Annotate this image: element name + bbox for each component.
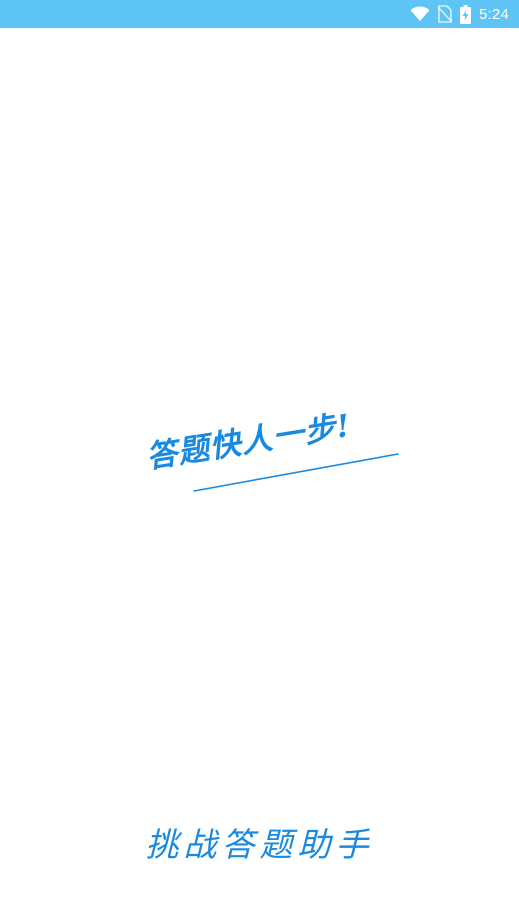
battery-charging-icon	[460, 4, 471, 24]
splash-screen: 5:24 答题快人一步! 挑战答题助手	[0, 0, 519, 922]
no-sim-icon	[438, 5, 452, 23]
app-name: 挑战答题助手	[145, 825, 374, 864]
status-bar: 5:24	[0, 0, 519, 28]
slogan: 答题快人一步!	[140, 408, 410, 500]
wifi-icon	[410, 6, 430, 22]
status-time: 5:24	[479, 5, 509, 23]
